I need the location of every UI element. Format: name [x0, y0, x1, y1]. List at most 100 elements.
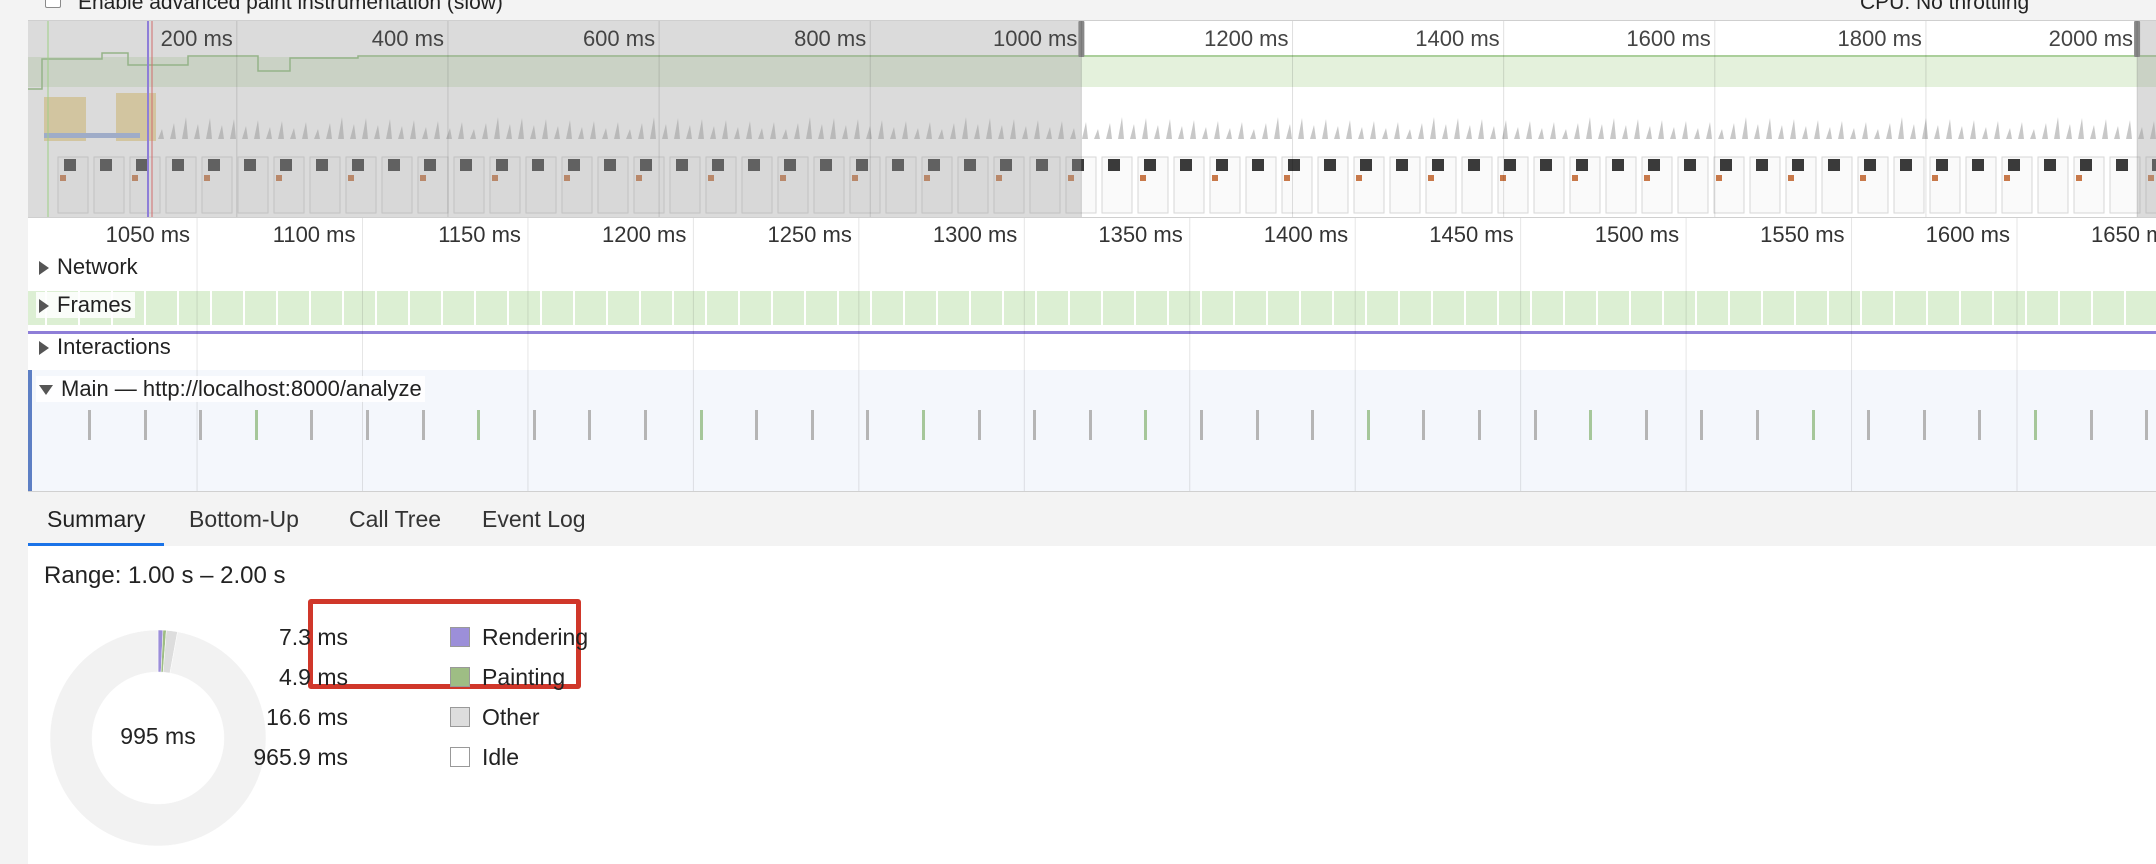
- legend-swatch: [450, 747, 470, 767]
- main-task: [1033, 410, 1036, 440]
- frame-thumb-mark: [1644, 175, 1650, 181]
- legend-swatch: [450, 707, 470, 727]
- overview-canvas[interactable]: 200 ms 400 ms 600 ms 800 ms 1000 ms 1200 ms 14…: [28, 21, 2156, 217]
- main-task: [588, 410, 591, 440]
- detail-tick-label: 1450 ms: [1429, 222, 1513, 247]
- frame-thumb-mark: [2116, 159, 2128, 171]
- frame-thumb-mark: [1500, 175, 1506, 181]
- frame-thumb-mark: [1612, 159, 1624, 171]
- track-network[interactable]: Network: [36, 254, 141, 280]
- detail-tick-label: 1150 ms: [438, 222, 521, 247]
- frame-thumb-mark: [1932, 175, 1938, 181]
- frame-thumb-mark: [1540, 159, 1552, 171]
- main-task: [88, 410, 91, 440]
- legend-row-painting: 4.9 ms Painting: [279, 658, 565, 698]
- summary-pane: Range: 1.00 s – 2.00 s 995 ms 7.3 ms Ren…: [28, 546, 2156, 864]
- main-task: [1867, 410, 1870, 440]
- detail-tick-label: 1400 ms: [1264, 222, 1348, 247]
- track-frames[interactable]: Frames: [36, 292, 135, 318]
- cpu-throttling-label[interactable]: CPU: No throttling: [1860, 0, 2029, 15]
- timeline-overview[interactable]: 200 ms 400 ms 600 ms 800 ms 1000 ms 1200 ms 14…: [28, 21, 2156, 217]
- legend-name: Idle: [482, 744, 520, 770]
- legend-name: Rendering: [482, 624, 589, 650]
- main-task: [1923, 410, 1926, 440]
- track-main[interactable]: Main — http://localhost:8000/analyze: [36, 376, 425, 402]
- main-task: [144, 410, 147, 440]
- frames-band: [28, 291, 2156, 325]
- left-gutter: [0, 0, 29, 864]
- main-task: [644, 410, 647, 440]
- detail-tick-label: 1050 ms: [106, 222, 190, 247]
- frame-thumb-mark: [2004, 175, 2010, 181]
- main-task: [1256, 410, 1259, 440]
- main-task: [1978, 410, 1981, 440]
- main-task: [922, 410, 925, 440]
- legend-value: 4.9 ms: [278, 664, 348, 690]
- expand-arrow-icon: [39, 341, 49, 356]
- main-task: [422, 410, 425, 440]
- main-task: [310, 410, 313, 440]
- main-task: [1311, 410, 1314, 440]
- frame-thumb-mark: [1360, 159, 1372, 171]
- detail-tick-label: 1650 ms: [2091, 222, 2156, 247]
- main-task: [1478, 410, 1481, 440]
- main-task: [2145, 410, 2148, 440]
- frame-thumb-mark: [1756, 159, 1768, 171]
- frame-thumb-mark: [1828, 159, 1840, 171]
- frame-thumb-mark: [1396, 159, 1408, 171]
- frame-thumb-mark: [1576, 159, 1588, 171]
- overview-tick-label: 2000 ms: [2049, 26, 2133, 51]
- frame-thumb-mark: [1140, 175, 1146, 181]
- expand-arrow-icon: [39, 261, 49, 276]
- legend-swatch: [450, 627, 470, 647]
- tab-event-log[interactable]: Event Log: [463, 492, 605, 546]
- frame-thumb-mark: [2008, 159, 2020, 171]
- frame-thumb-mark: [1144, 159, 1156, 171]
- frame-thumb-mark: [1792, 159, 1804, 171]
- tab-call-tree[interactable]: Call Tree: [330, 492, 460, 546]
- main-task: [1534, 410, 1537, 440]
- overview-tick-label: 1600 ms: [1626, 26, 1710, 51]
- frame-thumb-mark: [1504, 159, 1516, 171]
- frame-thumb-mark: [1428, 175, 1434, 181]
- main-task: [2090, 410, 2093, 440]
- main-task: [366, 410, 369, 440]
- range-label: Range: 1.00 s – 2.00 s: [44, 562, 286, 589]
- legend-value: 16.6 ms: [266, 704, 348, 730]
- main-task: [700, 410, 703, 440]
- frame-thumb-mark: [1288, 159, 1300, 171]
- detail-tick-label: 1550 ms: [1760, 222, 1844, 247]
- overview-tick-label: 1000 ms: [993, 26, 1077, 51]
- detail-tick-label: 1200 ms: [602, 222, 686, 247]
- tab-bottom-up[interactable]: Bottom-Up: [170, 492, 318, 546]
- frame-thumb-mark: [1684, 159, 1696, 171]
- legend-row-other: 16.6 ms Other: [266, 698, 539, 738]
- paint-instrumentation-checkbox[interactable]: [45, 0, 61, 8]
- detail-tick-label: 1500 ms: [1595, 222, 1679, 247]
- legend-row-rendering: 7.3 ms Rendering: [279, 618, 588, 658]
- frame-thumb-mark: [1972, 159, 1984, 171]
- pie-total-label: 995 ms: [120, 723, 196, 749]
- main-task: [1144, 410, 1147, 440]
- frame-thumb-mark: [1900, 159, 1912, 171]
- track-network-label: Network: [57, 254, 138, 279]
- timeline-detail[interactable]: 1050 ms 1100 ms 1150 ms 1200 ms 1250 ms 1300 …: [28, 217, 2156, 491]
- paint-instrumentation-label: Enable advanced paint instrumentation (s…: [78, 0, 503, 14]
- frame-thumb-mark: [1284, 175, 1290, 181]
- frame-thumb-mark: [1108, 159, 1120, 171]
- frame-thumb-mark: [1180, 159, 1192, 171]
- frame-thumb-mark: [1572, 175, 1578, 181]
- expand-arrow-icon: [39, 299, 49, 314]
- main-task: [477, 410, 480, 440]
- frame-thumb-mark: [1788, 175, 1794, 181]
- legend-row-idle: 965.9 ms Idle: [253, 738, 522, 778]
- detail-tick-label: 1250 ms: [767, 222, 851, 247]
- main-task: [978, 410, 981, 440]
- legend-value: 965.9 ms: [253, 744, 348, 770]
- track-interactions[interactable]: Interactions: [36, 334, 174, 360]
- main-task: [1812, 410, 1815, 440]
- flamechart-canvas[interactable]: 1050 ms 1100 ms 1150 ms 1200 ms 1250 ms 1300 …: [28, 218, 2156, 491]
- main-track-accent: [28, 370, 32, 491]
- tab-summary[interactable]: Summary: [28, 492, 165, 546]
- track-main-label: Main — http://localhost:8000/analyze: [61, 376, 422, 401]
